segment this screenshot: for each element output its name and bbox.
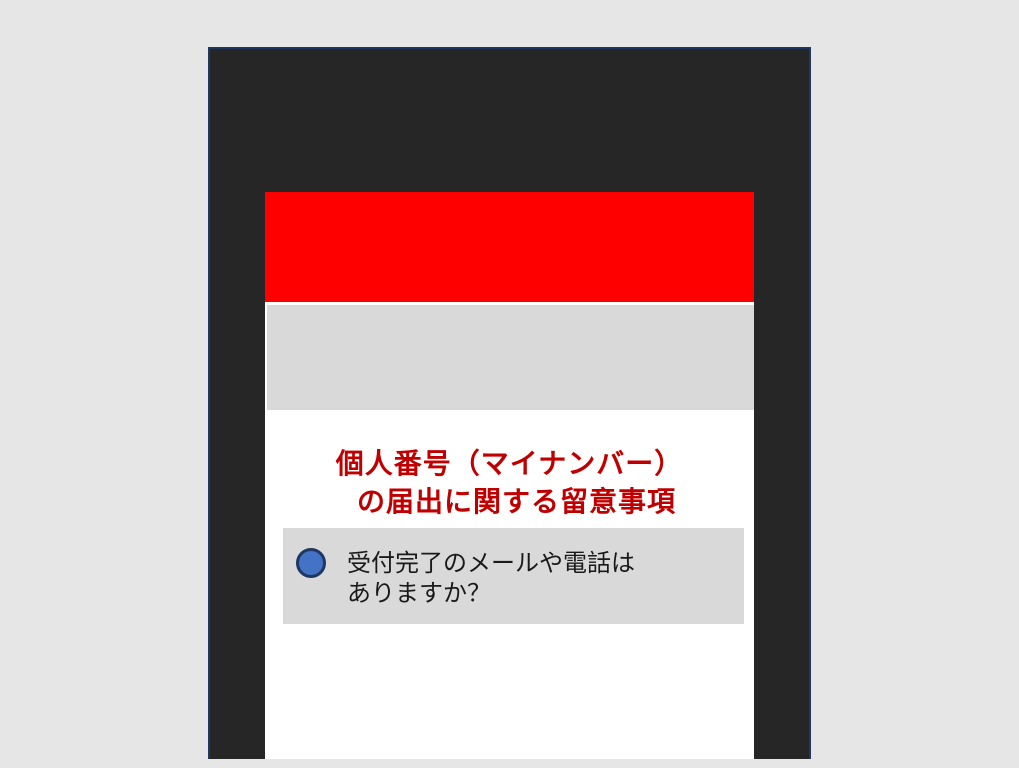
canvas: 個人番号（マイナンバー） の届出に関する留意事項 受付完了のメールや電話は あり… [0, 0, 1019, 768]
faq-question: 受付完了のメールや電話は ありますか？ [347, 548, 707, 608]
faq-item[interactable]: 受付完了のメールや電話は ありますか？ [283, 528, 744, 624]
circle-bullet-icon [296, 548, 326, 578]
notice-title-line2: の届出に関する留意事項 [356, 485, 676, 518]
notice-title-line1: 個人番号（マイナンバー） [335, 447, 684, 480]
faq-question-line1: 受付完了のメールや電話は [347, 549, 635, 577]
faq-question-line2: ありますか？ [347, 579, 491, 607]
phone-screen: 個人番号（マイナンバー） の届出に関する留意事項 受付完了のメールや電話は あり… [265, 192, 754, 759]
phone-frame: 個人番号（マイナンバー） の届出に関する留意事項 受付完了のメールや電話は あり… [208, 47, 811, 759]
gray-banner [267, 305, 754, 410]
notice-title: 個人番号（マイナンバー） の届出に関する留意事項 [285, 445, 734, 521]
red-header-bar [265, 192, 754, 302]
